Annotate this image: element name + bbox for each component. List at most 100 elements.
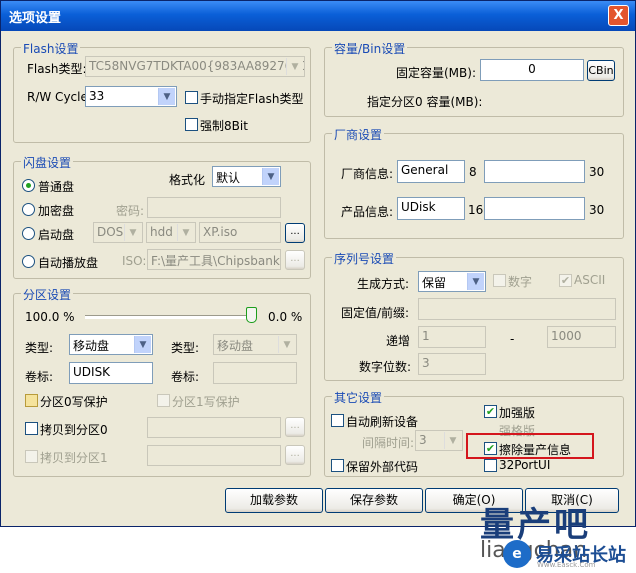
ascii-checkbox[interactable]: ✔ [559, 274, 572, 287]
encrypt-disk-radio[interactable] [22, 203, 35, 216]
partition-pct-left: 100.0 % [25, 310, 75, 324]
flash-type-value: TC58NVG7TDKTA00{983AA8927650} [89, 59, 305, 73]
serial-increment-input[interactable]: 1 [418, 326, 486, 348]
close-button[interactable]: X [608, 5, 629, 26]
chevron-down-icon: ▼ [467, 273, 484, 290]
iso-label: ISO: [122, 254, 147, 268]
boot-os-select[interactable]: DOS ▼ [93, 222, 143, 243]
load-params-label: 加载参数 [249, 493, 298, 507]
volume-input-2[interactable] [213, 362, 297, 384]
site-url: Www.Easck.Com [537, 561, 596, 569]
product-info-value: UDisk [401, 200, 436, 214]
format-select[interactable]: 默认 ▼ [212, 166, 281, 187]
boot-iso-value: XP.iso [203, 225, 238, 239]
save-params-button[interactable]: 保存参数 [325, 488, 423, 513]
serial-max-input[interactable]: 1000 [547, 326, 616, 348]
boot-device-select[interactable]: hdd ▼ [146, 222, 196, 243]
auto-refresh-checkbox[interactable] [331, 414, 344, 427]
chevron-down-icon: ▼ [444, 432, 461, 449]
partition-pct-right: 0.0 % [268, 310, 303, 324]
force-8bit-checkbox[interactable] [185, 118, 198, 131]
encrypt-disk-label: 加密盘 [38, 204, 75, 218]
copy1-label: 拷贝到分区1 [40, 451, 108, 465]
capacity-group-legend: 容量/Bin设置 [332, 40, 408, 57]
copy1-checkbox[interactable] [25, 450, 38, 463]
boot-device-value: hdd [150, 225, 173, 239]
browse-label: ... [290, 448, 300, 459]
interval-value: 3 [419, 433, 427, 447]
enhanced-checkbox[interactable]: ✔ [484, 405, 497, 418]
serial-max-value: 1000 [551, 329, 582, 343]
port32-checkbox[interactable] [484, 459, 497, 472]
copy0-checkbox[interactable] [25, 422, 38, 435]
serial-mode-select[interactable]: 保留 ▼ [418, 271, 486, 292]
partition-type-select-1[interactable]: 移动盘 ▼ [69, 334, 153, 355]
vendor-info-input[interactable]: General [397, 160, 465, 183]
autoplay-disk-radio[interactable] [22, 255, 35, 268]
serial-mode-label: 生成方式: [357, 277, 410, 291]
copy1-path-input[interactable] [147, 445, 281, 466]
boot-iso-input[interactable]: XP.iso [199, 222, 281, 243]
boot-disk-radio[interactable] [22, 227, 35, 240]
serial-digits-input[interactable]: 3 [418, 353, 486, 375]
boot-disk-label: 启动盘 [38, 228, 75, 242]
copy1-browse-button[interactable]: ... [285, 445, 305, 465]
interval-label: 间隔时间: [362, 436, 415, 450]
vendor-info-length: 8 [469, 165, 477, 179]
vendor-group-legend: 厂商设置 [332, 126, 385, 143]
chevron-down-icon: ▼ [158, 88, 175, 105]
fixed-capacity-input[interactable]: 0 [480, 59, 584, 81]
cbin-button[interactable]: CBin [587, 60, 615, 81]
iso-path-input[interactable]: F:\量产工具\Chipsbank\C [147, 249, 281, 270]
browse-boot-iso-button[interactable]: ... [285, 223, 305, 243]
product-info-input[interactable]: UDisk [397, 197, 465, 220]
flash-type-select[interactable]: TC58NVG7TDKTA00{983AA8927650} ▼ [85, 56, 305, 77]
partition-slider[interactable] [85, 307, 257, 325]
partition-type-value-2: 移动盘 [217, 339, 254, 353]
browse-label: ... [290, 420, 300, 431]
rw-cycle-label: R/W Cycle: [27, 90, 92, 104]
password-input[interactable] [147, 197, 281, 218]
serial-increment-value: 1 [422, 329, 430, 343]
product-info-extra-input[interactable] [484, 197, 585, 220]
chevron-down-icon: ▼ [278, 336, 295, 353]
keep-code-label: 保留外部代码 [346, 460, 419, 474]
copy0-label: 拷贝到分区0 [40, 423, 108, 437]
chevron-down-icon: ▼ [134, 336, 151, 353]
volume-input-1[interactable]: UDISK [69, 362, 153, 384]
serial-digits-value: 3 [422, 356, 430, 370]
copy0-path-input[interactable] [147, 417, 281, 438]
keep-code-checkbox[interactable] [331, 459, 344, 472]
boot-os-value: DOS [97, 225, 124, 239]
partition-type-select-2[interactable]: 移动盘 ▼ [213, 334, 297, 355]
rw-cycle-select[interactable]: 33 ▼ [85, 86, 177, 107]
digit-checkbox[interactable] [493, 274, 506, 287]
disk-group-legend: 闪盘设置 [21, 154, 74, 171]
force-8bit-label: 强制8Bit [200, 119, 248, 133]
partition-type-label-1: 类型: [25, 341, 54, 355]
slider-thumb[interactable] [246, 307, 257, 323]
load-params-button[interactable]: 加载参数 [225, 488, 323, 513]
format-label: 格式化 [169, 173, 206, 187]
browse-label: ... [290, 226, 300, 237]
wp0-checkbox[interactable] [25, 394, 38, 407]
slider-track [85, 315, 257, 319]
normal-disk-radio[interactable] [22, 179, 35, 192]
title-bar[interactable]: 选项设置 X [1, 1, 635, 31]
vendor-info-extra-input[interactable] [484, 160, 585, 183]
interval-select[interactable]: 3 ▼ [415, 430, 463, 451]
serial-fixed-input[interactable] [418, 298, 616, 320]
wp0-label: 分区0写保护 [40, 395, 108, 409]
partition-type-label-2: 类型: [171, 341, 200, 355]
wp1-checkbox[interactable] [157, 394, 170, 407]
copy0-browse-button[interactable]: ... [285, 417, 305, 437]
vendor-group: 厂商设置 [324, 126, 624, 239]
options-dialog: 选项设置 X Flash设置 Flash类型: TC58NVG7TDKTA00{… [0, 0, 636, 527]
autoplay-disk-label: 自动播放盘 [38, 256, 99, 270]
normal-disk-label: 普通盘 [38, 180, 75, 194]
wp1-label: 分区1写保护 [172, 395, 240, 409]
browse-iso-button[interactable]: ... [285, 250, 305, 270]
port32-label: 32PortUI [499, 458, 551, 472]
chevron-down-icon: ▼ [286, 58, 303, 75]
manual-flash-checkbox[interactable] [185, 91, 198, 104]
